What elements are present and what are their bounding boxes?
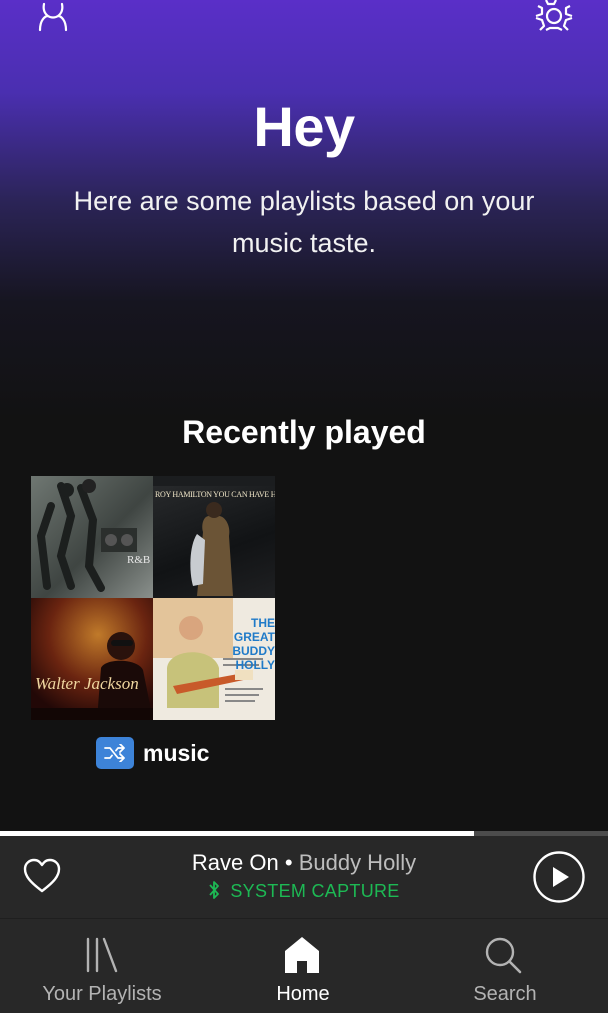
album-cover-rnb: R&B [31, 476, 153, 598]
playlist-name: music [143, 739, 210, 766]
bottom-tab-bar: Your Playlists Home Search [0, 918, 608, 1013]
play-icon[interactable] [532, 850, 586, 909]
tab-search[interactable]: Search [405, 919, 605, 1013]
album-cover-text: R&B [127, 554, 151, 566]
tab-label: Your Playlists [42, 983, 162, 1005]
album-cover-text: ROY HAMILTON YOU CAN HAVE HER [155, 490, 275, 499]
now-playing-title: Rave On • Buddy Holly [120, 850, 488, 876]
tab-label: Home [276, 983, 330, 1005]
tab-home[interactable]: Home [203, 919, 403, 1013]
hero-header: Hey Here are some playlists based on you… [0, 0, 608, 420]
gear-icon[interactable] [532, 0, 576, 39]
connected-device[interactable]: SYSTEM CAPTURE [120, 880, 488, 905]
device-name: SYSTEM CAPTURE [230, 881, 400, 901]
playlist-cover-mosaic[interactable]: R&B ROY HAMILTON YOU CAN HAVE HER Walter… [31, 476, 275, 720]
album-cover-buddy-holly: THE GREAT BUDDY HOLLY [153, 598, 275, 720]
page-subtitle: Here are some playlists based on your mu… [73, 186, 535, 258]
shuffle-icon [96, 737, 134, 769]
home-icon [283, 935, 321, 980]
tab-your-playlists[interactable]: Your Playlists [2, 919, 202, 1013]
page-title: Hey [253, 95, 355, 158]
album-cover-text: THE GREAT BUDDY HOLLY [232, 616, 275, 672]
tab-label: Search [473, 983, 537, 1005]
bluetooth-icon [208, 880, 220, 905]
library-icon [84, 935, 122, 980]
now-playing-bar[interactable]: Rave On • Buddy Holly SYSTEM CAPTURE [0, 836, 608, 918]
title-separator: • [278, 850, 299, 875]
album-cover-roy-hamilton: ROY HAMILTON YOU CAN HAVE HER [153, 476, 275, 598]
user-icon[interactable] [34, 0, 72, 39]
track-title: Rave On [191, 850, 279, 875]
recently-played-heading: Recently played [182, 414, 426, 450]
heart-icon[interactable] [22, 857, 62, 900]
album-cover-walter-jackson: Walter Jackson [31, 598, 153, 720]
playlist-item-music[interactable]: music [96, 736, 209, 770]
track-artist: Buddy Holly [298, 850, 417, 875]
album-cover-text: Walter Jackson [35, 674, 139, 693]
search-icon [483, 935, 523, 980]
